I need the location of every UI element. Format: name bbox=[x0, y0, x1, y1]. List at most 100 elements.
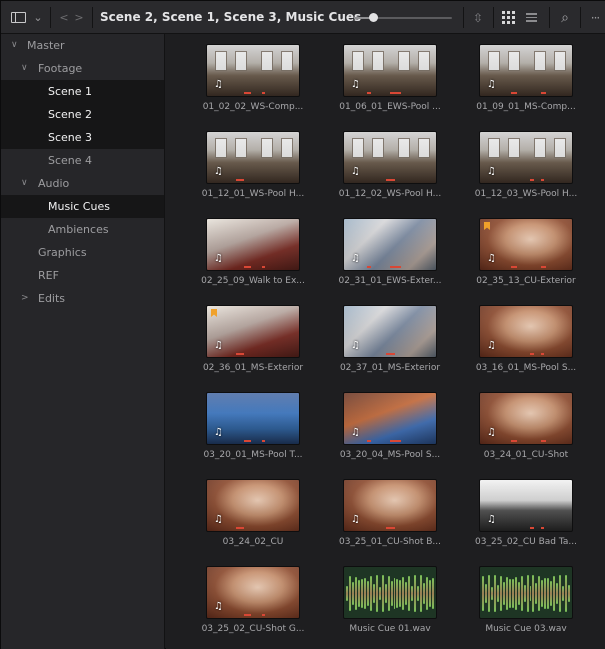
clip-in-out-marks bbox=[215, 92, 291, 94]
zoom-slider-knob[interactable] bbox=[368, 13, 378, 22]
sidebar-item-label: Ambiences bbox=[48, 223, 109, 236]
sidebar-item-scene-2[interactable]: Scene 2 bbox=[1, 103, 164, 126]
grid-view-button[interactable] bbox=[500, 1, 516, 34]
clip-in-out-marks bbox=[488, 92, 564, 94]
clip-thumbnail[interactable] bbox=[343, 566, 437, 619]
clip-name: 02_36_01_MS-Exterior bbox=[202, 363, 304, 373]
clip-name: 03_20_01_MS-Pool T... bbox=[203, 450, 303, 460]
clip-name: Music Cue 03.wav bbox=[485, 624, 567, 634]
sidebar-item-footage[interactable]: ∨ Footage bbox=[1, 57, 164, 80]
divider bbox=[92, 7, 93, 28]
sidebar-item-ambiences[interactable]: Ambiences bbox=[1, 218, 164, 241]
clip-thumbnail[interactable]: ♫ bbox=[479, 392, 573, 445]
audio-note-icon: ♫ bbox=[351, 427, 360, 438]
clip-name: 03_25_02_CU Bad Ta... bbox=[475, 537, 577, 547]
clip-thumbnail[interactable]: ♫ bbox=[343, 44, 437, 97]
clip-thumbnail[interactable]: ♫ bbox=[343, 392, 437, 445]
clip-thumbnail[interactable]: ♫ bbox=[343, 305, 437, 358]
audio-note-icon: ♫ bbox=[214, 601, 223, 612]
clip-name: 01_02_02_WS-Comp... bbox=[202, 102, 304, 112]
clip-thumbnail[interactable]: ♫ bbox=[343, 131, 437, 184]
clip-name: 01_12_03_WS-Pool H... bbox=[474, 189, 578, 199]
chevron-down-icon[interactable]: ∨ bbox=[21, 172, 28, 195]
audio-note-icon: ♫ bbox=[214, 427, 223, 438]
clip-thumbnail[interactable]: ♫ bbox=[479, 305, 573, 358]
clip-thumbnail[interactable]: ♫ bbox=[343, 218, 437, 271]
chevron-right-icon[interactable]: > bbox=[21, 287, 29, 310]
clip-in-out-marks bbox=[215, 527, 291, 529]
clip-thumbnail[interactable]: ♫ bbox=[479, 44, 573, 97]
clip-name: 03_25_02_CU-Shot G... bbox=[201, 624, 305, 634]
clip-thumbnail[interactable] bbox=[479, 566, 573, 619]
clip-thumbnail[interactable]: ♫ bbox=[206, 479, 300, 532]
list-view-button[interactable] bbox=[523, 1, 539, 34]
clip-name: 02_37_01_MS-Exterior bbox=[339, 363, 441, 373]
clip-thumbnail[interactable]: ♫ bbox=[206, 305, 300, 358]
clip-name: 03_25_01_CU-Shot B... bbox=[338, 537, 442, 547]
list-view-icon bbox=[525, 13, 537, 22]
sidebar-toggle-button[interactable] bbox=[7, 1, 29, 34]
clip-in-out-marks bbox=[352, 353, 428, 355]
chevron-down-icon[interactable]: ⌄ bbox=[31, 1, 45, 34]
clip-thumbnail[interactable]: ♫ bbox=[479, 131, 573, 184]
divider bbox=[493, 7, 494, 28]
chevron-down-icon[interactable]: ∨ bbox=[21, 57, 28, 80]
sidebar-item-audio[interactable]: ∨ Audio bbox=[1, 172, 164, 195]
sidebar-toggle-icon bbox=[10, 12, 26, 23]
sidebar-item-ref[interactable]: REF bbox=[1, 264, 164, 287]
clip-name: Music Cue 01.wav bbox=[349, 624, 431, 634]
clip-in-out-marks bbox=[215, 353, 291, 355]
clip-thumbnail[interactable]: ♫ bbox=[479, 218, 573, 271]
sidebar-item-label: Scene 1 bbox=[48, 85, 93, 98]
sidebar-item-music-cues[interactable]: Music Cues bbox=[1, 195, 164, 218]
sidebar-item-label: Music Cues bbox=[48, 200, 110, 213]
sidebar-item-scene-3[interactable]: Scene 3 bbox=[1, 126, 164, 149]
audio-note-icon: ♫ bbox=[351, 253, 360, 264]
sidebar-item-graphics[interactable]: Graphics bbox=[1, 241, 164, 264]
sidebar-item-scene-4[interactable]: Scene 4 bbox=[1, 149, 164, 172]
media-pool-window: ⌄ < > Scene 2, Scene 1, Scene 3, Music C… bbox=[0, 0, 605, 649]
clip-thumbnail[interactable]: ♫ bbox=[206, 392, 300, 445]
clip-name: 03_24_02_CU bbox=[222, 537, 284, 547]
sidebar-item-edits[interactable]: > Edits bbox=[1, 287, 164, 310]
audio-note-icon: ♫ bbox=[351, 340, 360, 351]
audio-note-icon: ♫ bbox=[214, 79, 223, 90]
clip-name: 03_16_01_MS-Pool S... bbox=[475, 363, 577, 373]
sidebar-item-label: Scene 2 bbox=[48, 108, 93, 121]
sort-icon[interactable]: ⇳ bbox=[469, 1, 487, 34]
clip-name: 03_20_04_MS-Pool S... bbox=[339, 450, 441, 460]
audio-note-icon: ♫ bbox=[487, 340, 496, 351]
clip-thumbnail[interactable]: ♫ bbox=[206, 566, 300, 619]
search-icon[interactable]: ⌕ bbox=[555, 1, 575, 34]
clip-thumbnail[interactable]: ♫ bbox=[206, 44, 300, 97]
more-options-icon[interactable]: ··· bbox=[585, 1, 605, 34]
audio-note-icon: ♫ bbox=[487, 427, 496, 438]
clip-thumbnail[interactable]: ♫ bbox=[206, 131, 300, 184]
clip-in-out-marks bbox=[215, 266, 291, 268]
grid-view-icon bbox=[501, 11, 515, 24]
back-icon[interactable]: < bbox=[56, 1, 72, 34]
clip-name: 01_12_02_WS-Pool H... bbox=[338, 189, 442, 199]
audio-note-icon: ♫ bbox=[487, 253, 496, 264]
clip-in-out-marks bbox=[352, 527, 428, 529]
sidebar-item-label: Master bbox=[27, 39, 65, 52]
clip-thumbnail[interactable]: ♫ bbox=[206, 218, 300, 271]
clip-in-out-marks bbox=[352, 440, 428, 442]
audio-note-icon: ♫ bbox=[487, 166, 496, 177]
sidebar-item-label: Scene 4 bbox=[48, 154, 93, 167]
divider bbox=[580, 7, 581, 28]
clip-in-out-marks bbox=[488, 266, 564, 268]
audio-note-icon: ♫ bbox=[351, 514, 360, 525]
clip-thumbnail[interactable]: ♫ bbox=[343, 479, 437, 532]
clip-thumbnail[interactable]: ♫ bbox=[479, 479, 573, 532]
sidebar-item-scene-1[interactable]: Scene 1 bbox=[1, 80, 164, 103]
toolbar: ⌄ < > Scene 2, Scene 1, Scene 3, Music C… bbox=[1, 1, 605, 34]
audio-waveform bbox=[482, 573, 571, 614]
zoom-slider[interactable] bbox=[354, 13, 452, 22]
sidebar-item-master[interactable]: ∨ Master bbox=[1, 34, 164, 57]
audio-note-icon: ♫ bbox=[214, 514, 223, 525]
divider bbox=[50, 7, 51, 28]
forward-icon[interactable]: > bbox=[71, 1, 87, 34]
clip-in-out-marks bbox=[488, 353, 564, 355]
chevron-down-icon[interactable]: ∨ bbox=[11, 34, 18, 57]
